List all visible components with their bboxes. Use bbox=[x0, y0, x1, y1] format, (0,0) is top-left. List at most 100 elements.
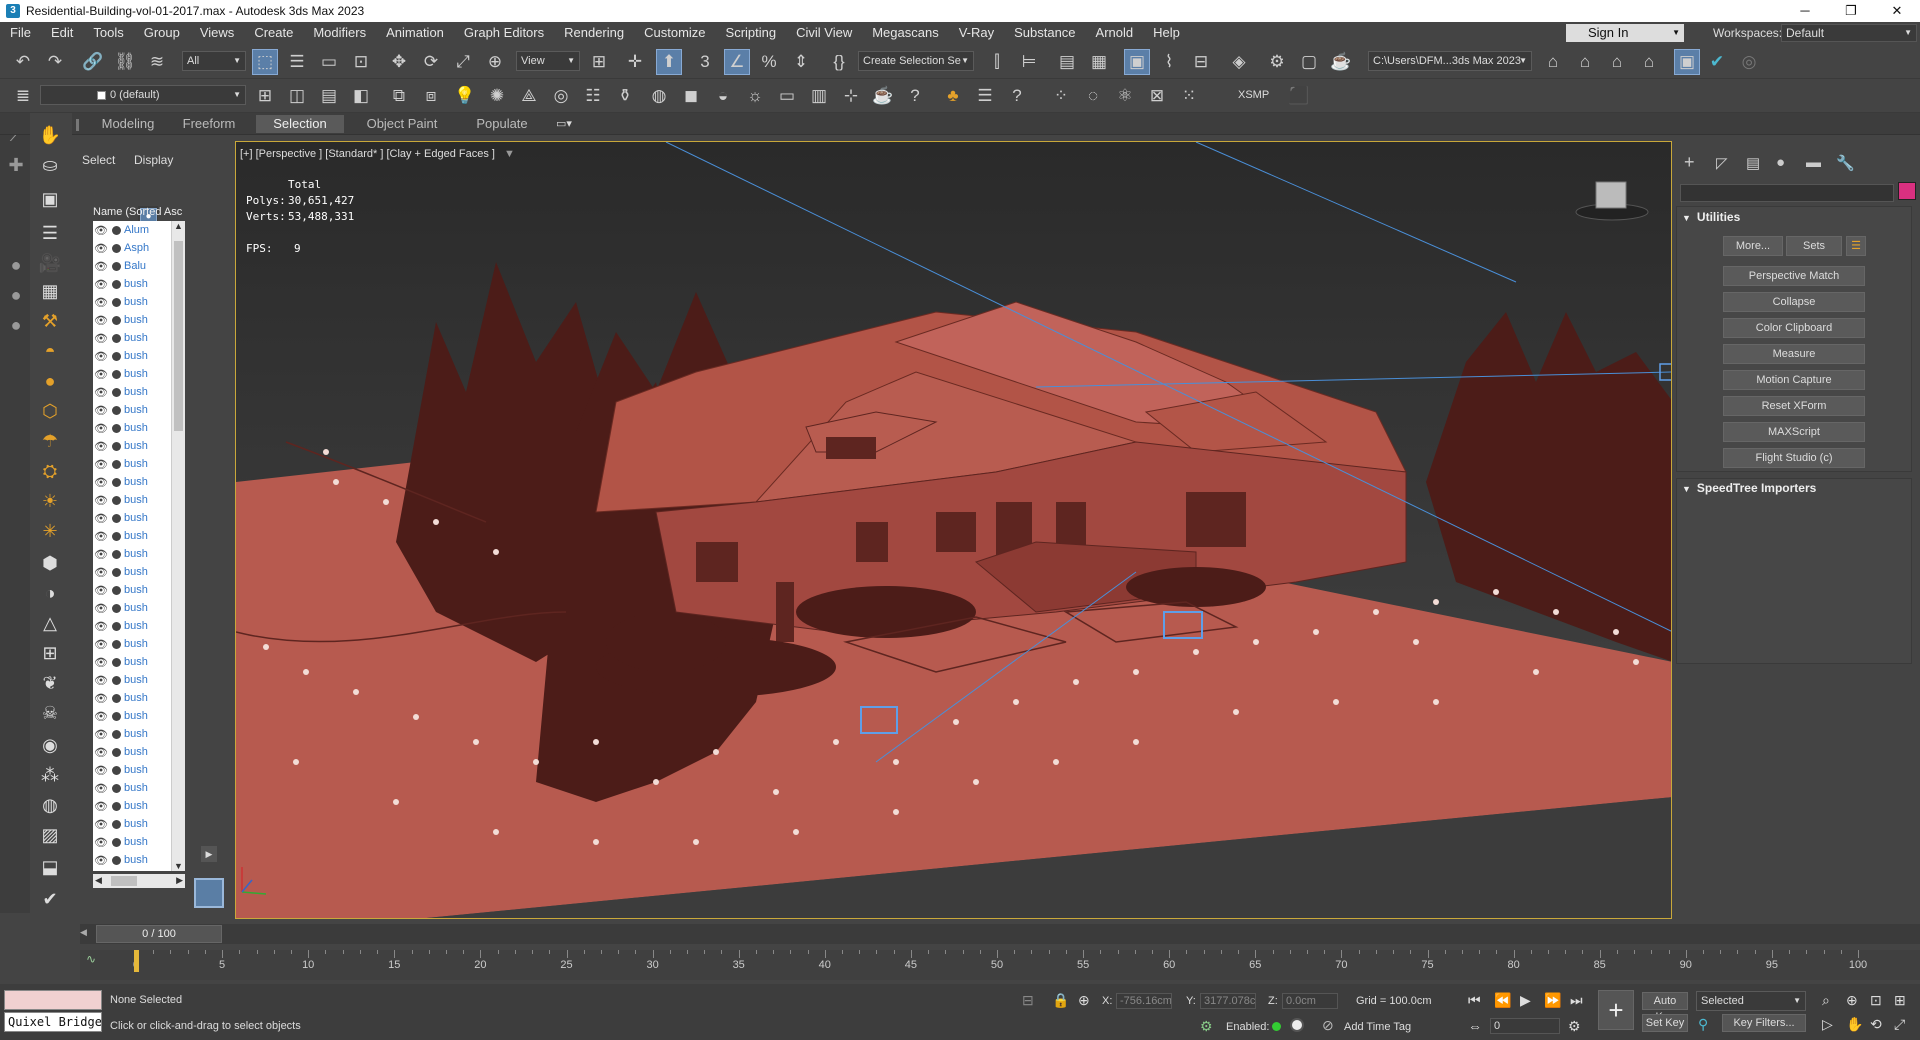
selection-filter-dropdown[interactable]: All ▼ bbox=[182, 51, 246, 71]
visibility-eye-icon[interactable]: 👁 bbox=[93, 494, 109, 507]
percent-snap-icon[interactable]: % bbox=[756, 49, 782, 75]
xsmp-label[interactable]: XSMP bbox=[1238, 89, 1269, 101]
curve-editor-icon[interactable]: ⌇ bbox=[1156, 49, 1182, 75]
visibility-eye-icon[interactable]: 👁 bbox=[93, 296, 109, 309]
vray-light-icon[interactable]: ☼ bbox=[742, 83, 768, 109]
color-clipboard-button[interactable]: Color Clipboard bbox=[1723, 318, 1865, 338]
zoom-extents-icon[interactable]: ⊡ bbox=[1870, 992, 1882, 1009]
render-setup-icon[interactable]: ⚙ bbox=[1264, 49, 1290, 75]
light-icon[interactable]: 💡 bbox=[452, 83, 478, 109]
z-coordinate-field[interactable]: 0.0cm bbox=[1282, 993, 1338, 1009]
freeze-toggle-icon[interactable] bbox=[112, 279, 121, 289]
cone-icon[interactable]: ⛭ bbox=[36, 459, 64, 483]
configure-sets-icon[interactable]: ☰ bbox=[1846, 236, 1866, 256]
visibility-eye-icon[interactable]: 👁 bbox=[93, 674, 109, 687]
select-object-icon[interactable]: ⬚ bbox=[252, 49, 278, 75]
key-mode-toggle-icon[interactable]: ⇔ bbox=[1468, 1018, 1482, 1034]
save-icon[interactable]: ▣ bbox=[1674, 49, 1700, 75]
geosphere-icon[interactable]: ⬡ bbox=[36, 399, 64, 423]
teapot-icon[interactable]: ◑ bbox=[36, 581, 64, 605]
render-elements-icon[interactable]: ☷ bbox=[580, 83, 606, 109]
skull-icon[interactable]: ☠ bbox=[36, 701, 64, 725]
vray-fur-icon[interactable]: ⊹ bbox=[838, 83, 864, 109]
keyboard-shortcut-override-icon[interactable]: ⬆ bbox=[656, 49, 682, 75]
project-save-icon[interactable]: ⌂ bbox=[1636, 49, 1662, 75]
freeze-toggle-icon[interactable] bbox=[112, 585, 121, 595]
visibility-eye-icon[interactable]: 👁 bbox=[93, 620, 109, 633]
info-icon[interactable]: ? bbox=[1004, 83, 1030, 109]
y-coordinate-field[interactable]: 3177.078cm bbox=[1200, 993, 1256, 1009]
utilities-tab-icon[interactable]: 🔧 bbox=[1836, 154, 1855, 172]
menu-views[interactable]: Views bbox=[190, 22, 244, 44]
visibility-eye-icon[interactable]: 👁 bbox=[93, 278, 109, 291]
menu-vray[interactable]: V-Ray bbox=[949, 22, 1004, 44]
utilities-rollout-header[interactable]: ▼ Utilities bbox=[1682, 208, 1740, 226]
plant-icon[interactable]: ❦ bbox=[36, 671, 64, 695]
project-folder-dropdown[interactable]: C:\Users\DFM...3ds Max 2023 ▼ bbox=[1368, 51, 1532, 71]
absolute-mode-icon[interactable]: ⊕ bbox=[1078, 992, 1090, 1009]
scroll-left-icon[interactable]: ◀ bbox=[95, 875, 102, 886]
spinner-snap-icon[interactable]: ⇕ bbox=[788, 49, 814, 75]
menu-create[interactable]: Create bbox=[244, 22, 303, 44]
tab-object-paint[interactable]: Object Paint bbox=[356, 115, 448, 133]
freeze-toggle-icon[interactable] bbox=[112, 423, 121, 433]
material-sphere-icon[interactable]: ◉ bbox=[36, 733, 64, 757]
paint-bucket-icon[interactable]: ⬛ bbox=[1286, 83, 1312, 109]
motion-tab-icon[interactable]: ● bbox=[1776, 154, 1785, 171]
help-icon[interactable]: ? bbox=[902, 83, 928, 109]
freeze-toggle-icon[interactable] bbox=[112, 351, 121, 361]
zoom-icon[interactable]: ⌕ bbox=[1822, 992, 1830, 1009]
scroll-right-icon[interactable]: ▶ bbox=[176, 875, 183, 886]
visibility-eye-icon[interactable]: 👁 bbox=[93, 422, 109, 435]
maximize-viewport-icon[interactable]: ⤢ bbox=[1894, 1016, 1905, 1033]
display-tab-icon[interactable]: ▬ bbox=[1806, 154, 1821, 171]
render-production-icon[interactable]: ☕ bbox=[1328, 49, 1354, 75]
toggle-scene-explorer-icon[interactable]: ≣ bbox=[10, 83, 36, 109]
menu-megascans[interactable]: Megascans bbox=[862, 22, 948, 44]
menu-civil-view[interactable]: Civil View bbox=[786, 22, 862, 44]
visibility-eye-icon[interactable]: 👁 bbox=[93, 710, 109, 723]
container-icon[interactable]: ⧉ bbox=[386, 83, 412, 109]
collapse-button[interactable]: Collapse bbox=[1723, 292, 1865, 312]
maxscript-listener-field[interactable] bbox=[4, 990, 102, 1010]
move-icon[interactable]: ✥ bbox=[386, 49, 412, 75]
current-frame-field[interactable]: 0 bbox=[1490, 1018, 1560, 1034]
freeze-toggle-icon[interactable] bbox=[112, 855, 121, 865]
circle-tool-icon[interactable]: ● bbox=[2, 283, 30, 307]
visibility-eye-icon[interactable]: 👁 bbox=[93, 440, 109, 453]
visibility-eye-icon[interactable]: 👁 bbox=[93, 566, 109, 579]
freeze-toggle-icon[interactable] bbox=[112, 477, 121, 487]
visibility-eye-icon[interactable]: 👁 bbox=[93, 512, 109, 525]
go-to-end-icon[interactable]: ⏭ bbox=[1570, 992, 1583, 1009]
hierarchy-tab-icon[interactable]: ▤ bbox=[1746, 154, 1760, 172]
visibility-eye-icon[interactable]: 👁 bbox=[93, 332, 109, 345]
freeze-toggle-icon[interactable] bbox=[112, 639, 121, 649]
flight-studio-button[interactable]: Flight Studio (c) bbox=[1723, 448, 1865, 468]
menu-help[interactable]: Help bbox=[1143, 22, 1190, 44]
visibility-eye-icon[interactable]: 👁 bbox=[93, 404, 109, 417]
visibility-eye-icon[interactable]: 👁 bbox=[93, 530, 109, 543]
redo-icon[interactable]: ↷ bbox=[42, 49, 68, 75]
menu-customize[interactable]: Customize bbox=[634, 22, 715, 44]
close-icon[interactable]: ✕ bbox=[1874, 3, 1920, 19]
menu-graph-editors[interactable]: Graph Editors bbox=[454, 22, 554, 44]
auto-key-button[interactable]: Auto Key bbox=[1642, 992, 1688, 1023]
ribbon-toggle-icon[interactable]: ▣ bbox=[1124, 49, 1150, 75]
layer-manager-icon[interactable]: ◧ bbox=[348, 83, 374, 109]
tab-populate[interactable]: Populate bbox=[466, 115, 538, 133]
ribbon-options-icon[interactable]: ▭▾ bbox=[556, 117, 572, 130]
visibility-eye-icon[interactable]: 👁 bbox=[93, 638, 109, 651]
rectangular-selection-icon[interactable]: ▭ bbox=[316, 49, 342, 75]
workspace-dropdown[interactable]: Default ▼ bbox=[1781, 24, 1917, 42]
create-tab-icon[interactable]: + bbox=[1684, 152, 1695, 173]
bind-space-warp-icon[interactable]: ≋ bbox=[144, 49, 170, 75]
freeze-toggle-icon[interactable] bbox=[112, 711, 121, 721]
add-time-tag-button[interactable]: Add Time Tag bbox=[1344, 1021, 1411, 1033]
plugin-icon[interactable]: ⬓ bbox=[36, 855, 64, 879]
menu-group[interactable]: Group bbox=[134, 22, 190, 44]
project-new-icon[interactable]: ⌂ bbox=[1604, 49, 1630, 75]
reset-xform-button[interactable]: Reset XForm bbox=[1723, 396, 1865, 416]
project-open-icon[interactable]: ⌂ bbox=[1572, 49, 1598, 75]
layer-stack-icon[interactable]: ◫ bbox=[284, 83, 310, 109]
freeze-toggle-icon[interactable] bbox=[112, 297, 121, 307]
